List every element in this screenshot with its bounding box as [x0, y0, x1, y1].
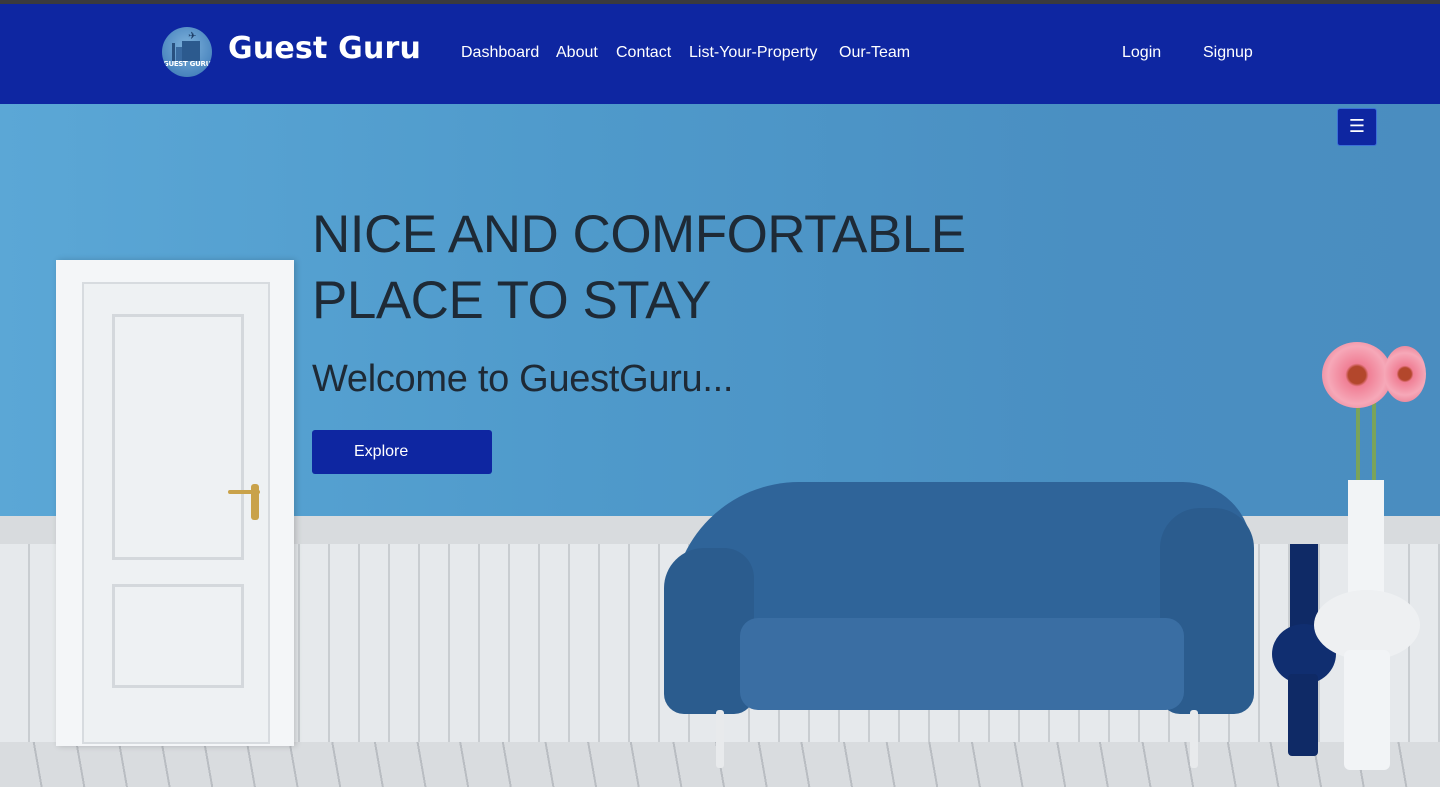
pink-flower	[1384, 346, 1426, 402]
hero-section: ☰ NICE AND COMFORTABLE PLACE TO STAY Wel…	[0, 104, 1440, 787]
nav-link-about[interactable]: About	[556, 44, 598, 62]
background-white-vase	[1314, 480, 1420, 770]
door-lower-panel	[112, 584, 244, 688]
signup-link[interactable]: Signup	[1203, 44, 1253, 62]
nav-link-list-your-property[interactable]: List-Your-Property	[689, 44, 817, 62]
plane-icon: ✈	[188, 31, 197, 42]
hero-heading: NICE AND COMFORTABLE PLACE TO STAY	[312, 205, 966, 330]
login-link[interactable]: Login	[1122, 44, 1161, 62]
logo-building	[182, 41, 200, 61]
nav-link-contact[interactable]: Contact	[616, 44, 671, 62]
explore-button[interactable]: Explore	[312, 430, 492, 474]
white-vase-neck	[1348, 480, 1384, 600]
sofa-leg	[1190, 710, 1198, 768]
hamburger-icon: ☰	[1348, 116, 1366, 137]
logo-text: GUEST GURU	[163, 60, 211, 68]
hero-subheading: Welcome to GuestGuru...	[312, 358, 734, 400]
door-upper-panel	[112, 314, 244, 560]
brand-name[interactable]: Guest Guru	[228, 31, 421, 66]
nav-link-our-team[interactable]: Our-Team	[839, 44, 910, 62]
background-sofa-seat	[740, 618, 1184, 710]
pink-flower	[1322, 342, 1392, 408]
flower-stem	[1372, 394, 1376, 494]
brand-logo[interactable]: ✈ GUEST GURU	[162, 27, 212, 77]
logo-palm-shape	[172, 43, 175, 61]
white-vase-base	[1344, 650, 1390, 770]
nav-link-dashboard[interactable]: Dashboard	[461, 44, 539, 62]
sofa-leg	[716, 710, 724, 768]
navbar: ✈ GUEST GURU Guest Guru Dashboard About …	[0, 4, 1440, 104]
menu-toggle-button[interactable]: ☰	[1337, 108, 1377, 146]
door-handle	[228, 490, 260, 494]
